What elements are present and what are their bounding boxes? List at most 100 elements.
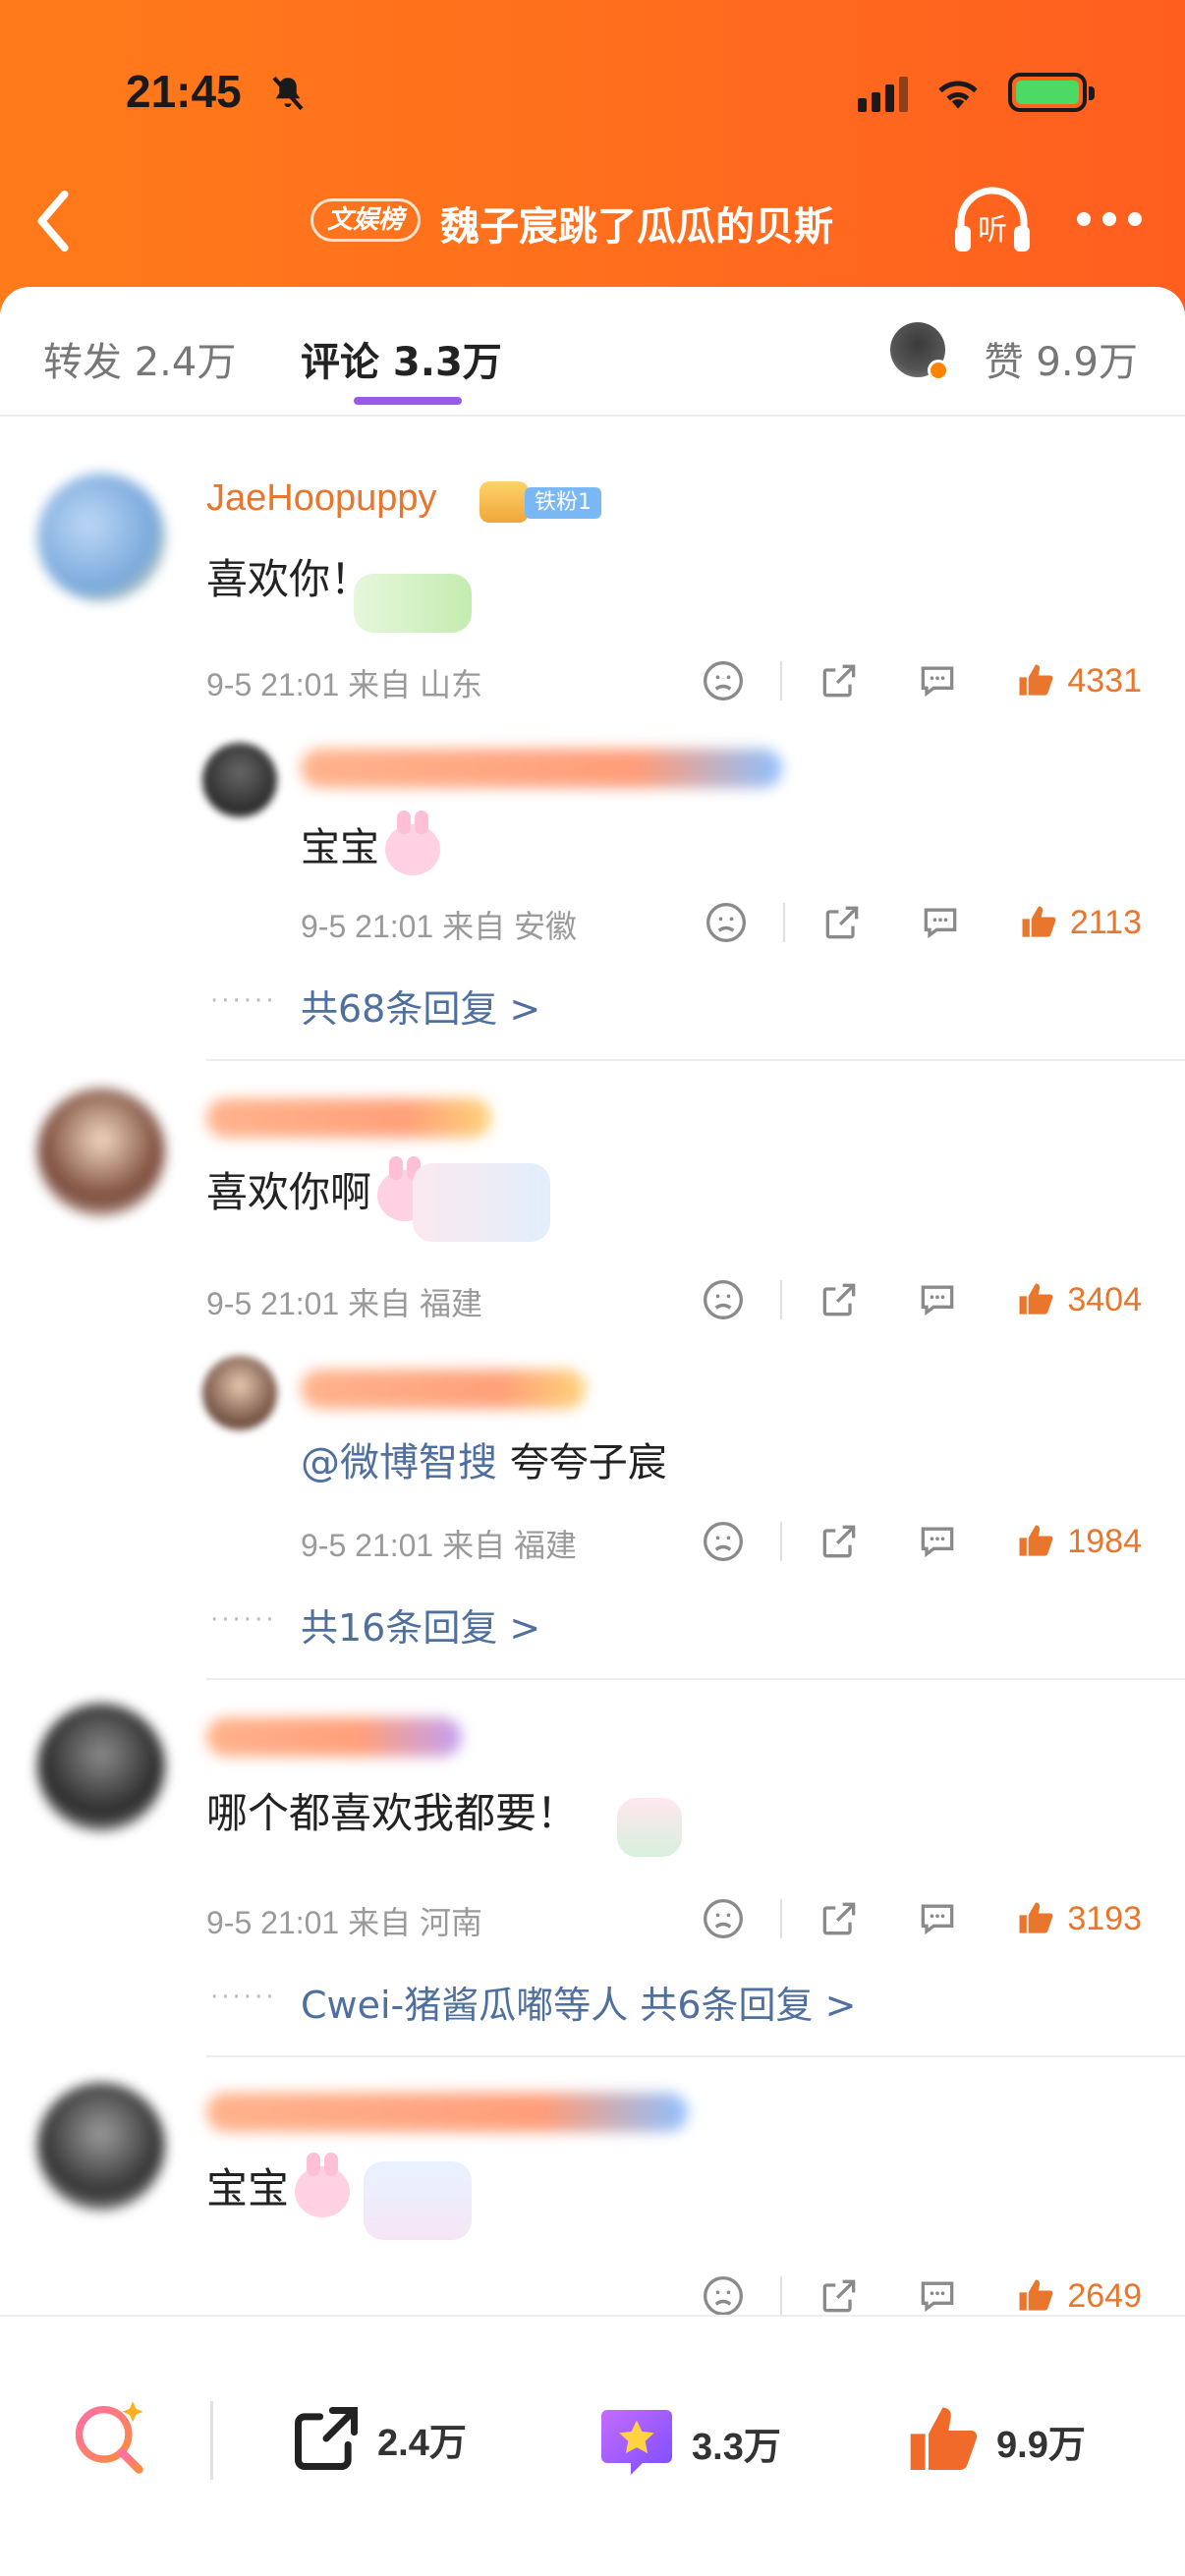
share-icon[interactable] [818, 659, 861, 702]
share-icon[interactable] [818, 1278, 861, 1321]
comment-star-icon [601, 2410, 672, 2475]
ai-search-icon[interactable] [69, 2395, 151, 2478]
share-icon[interactable] [818, 1520, 861, 1563]
comment-text: 宝宝 [206, 2152, 351, 2217]
avatar[interactable] [37, 1704, 165, 1831]
reply-icon[interactable] [919, 901, 962, 944]
avatar[interactable] [37, 474, 165, 601]
comment-meta: 9-5 21:01 来自 福建 [206, 1286, 483, 1321]
like-count: 2113 [1069, 903, 1142, 941]
comment-username[interactable]: JaeHoopuppy [206, 477, 437, 520]
like-count: 3193 [1067, 1899, 1142, 1937]
headphones-listen-icon[interactable]: 听 [951, 183, 1034, 257]
bottom-comment-button[interactable]: 3.3万 [595, 2401, 781, 2484]
comment-text: 哪个都喜欢我都要！ [206, 1789, 579, 1837]
comment-count: 3.3万 [692, 2426, 781, 2468]
reply-text: @微博智搜 夸夸子宸 [301, 1440, 667, 1485]
tab-repost[interactable]: 转发 2.4万 [43, 330, 236, 387]
like-thumb-icon[interactable] [1014, 1897, 1057, 1940]
svg-text:听: 听 [978, 213, 1007, 248]
more-replies-link[interactable]: 共68条回复 > [301, 979, 540, 1033]
mention-link[interactable]: @微博智搜 [301, 1440, 497, 1485]
tab-like[interactable]: 赞 9.9万 [985, 330, 1138, 387]
reply-icon[interactable] [916, 1897, 959, 1940]
sticker-image [617, 1798, 682, 1857]
dislike-face-icon[interactable] [702, 2274, 745, 2318]
like-thumb-icon[interactable] [1014, 1520, 1057, 1563]
page-title: 魏子宸跳了瓜瓜的贝斯 [440, 204, 833, 250]
like-count: 3404 [1067, 1280, 1142, 1318]
reply-meta: 9-5 21:01 来自 福建 [301, 1528, 578, 1563]
comment-divider [206, 1678, 1185, 1680]
hot-list-badge[interactable]: 文娱榜 [310, 198, 422, 242]
reply-avatar[interactable] [202, 743, 277, 817]
more-options-icon[interactable] [1077, 212, 1142, 226]
crown-icon [480, 481, 529, 523]
share-icon[interactable] [818, 1897, 861, 1940]
comment-actions: 3404 [702, 1275, 1142, 1324]
comment-meta: 9-5 21:01 来自 河南 [206, 1905, 483, 1940]
comment-username-blurred[interactable] [206, 1098, 491, 1138]
bunny-emoji-icon [385, 811, 440, 875]
bottom-like-button[interactable]: 9.9万 [904, 2401, 1086, 2480]
reply-actions: 2113 [705, 898, 1142, 947]
like-thumb-icon[interactable] [1014, 659, 1057, 702]
reply-icon[interactable] [916, 1520, 959, 1563]
back-icon[interactable] [33, 187, 73, 255]
like-thumb-icon[interactable] [1014, 2274, 1057, 2318]
bottom-action-bar: 2.4万 3.3万 9.9万 [0, 2315, 1185, 2576]
wifi-icon [938, 81, 978, 109]
replies-leader: ······ [210, 1983, 277, 2012]
sticker-image [413, 1163, 550, 1242]
avatar[interactable] [37, 2083, 165, 2211]
repost-count: 2.4万 [377, 2422, 467, 2464]
reply-username-blurred[interactable] [301, 749, 782, 788]
comment-username-blurred[interactable] [206, 1717, 462, 1757]
tab-active-indicator [354, 397, 462, 405]
dislike-face-icon[interactable] [702, 1520, 745, 1563]
more-replies-link[interactable]: 共16条回复 > [301, 1597, 540, 1652]
reply-avatar[interactable] [202, 1356, 277, 1430]
bottom-repost-button[interactable]: 2.4万 [289, 2401, 467, 2476]
dislike-face-icon[interactable] [702, 1278, 745, 1321]
comment-divider [206, 2055, 1185, 2057]
dislike-face-icon[interactable] [705, 901, 748, 944]
tab-comment[interactable]: 评论 3.3万 [301, 330, 502, 387]
like-thumb-icon[interactable] [1017, 901, 1060, 944]
reply-text: 宝宝 [301, 811, 440, 875]
reply-icon[interactable] [916, 659, 959, 702]
more-replies-link[interactable]: Cwei-猪酱瓜嘟等人 共6条回复 > [301, 1975, 856, 2029]
like-thumb-icon[interactable] [1014, 1278, 1057, 1321]
dislike-face-icon[interactable] [702, 659, 745, 702]
reply-icon[interactable] [916, 1278, 959, 1321]
signal-icon [858, 73, 908, 112]
reply-meta: 9-5 21:01 来自 安徽 [301, 909, 578, 944]
comment-actions: 4331 [702, 656, 1142, 705]
action-separator [780, 661, 783, 700]
share-icon[interactable] [820, 901, 864, 944]
comment-text: 喜欢你！ [206, 555, 372, 603]
comment-actions: 3193 [702, 1894, 1142, 1943]
like-thumb-icon [910, 2407, 978, 2471]
reply-actions: 1984 [702, 1517, 1142, 1566]
action-separator [782, 903, 785, 942]
comment-username-blurred[interactable] [206, 2093, 688, 2132]
reply-icon[interactable] [916, 2274, 959, 2318]
comment-text: 喜欢你啊 [206, 1155, 433, 1221]
dislike-face-icon[interactable] [702, 1897, 745, 1940]
like-count: 2649 [1067, 2276, 1142, 2315]
reply-username-blurred[interactable] [301, 1370, 586, 1409]
fan-badge: 铁粉1 [525, 487, 601, 519]
bottom-separator [210, 2401, 213, 2480]
status-indicators [858, 73, 1095, 112]
action-separator [780, 2276, 783, 2316]
bunny-emoji-icon [295, 2152, 351, 2217]
battery-icon [1008, 73, 1095, 112]
sticker-image [364, 2161, 472, 2240]
replies-leader: ······ [210, 986, 277, 1016]
liker-avatar [890, 322, 949, 381]
share-icon[interactable] [818, 2274, 861, 2318]
avatar[interactable] [37, 1089, 165, 1216]
replies-leader: ······ [210, 1605, 277, 1635]
like-count: 1984 [1067, 1522, 1142, 1560]
